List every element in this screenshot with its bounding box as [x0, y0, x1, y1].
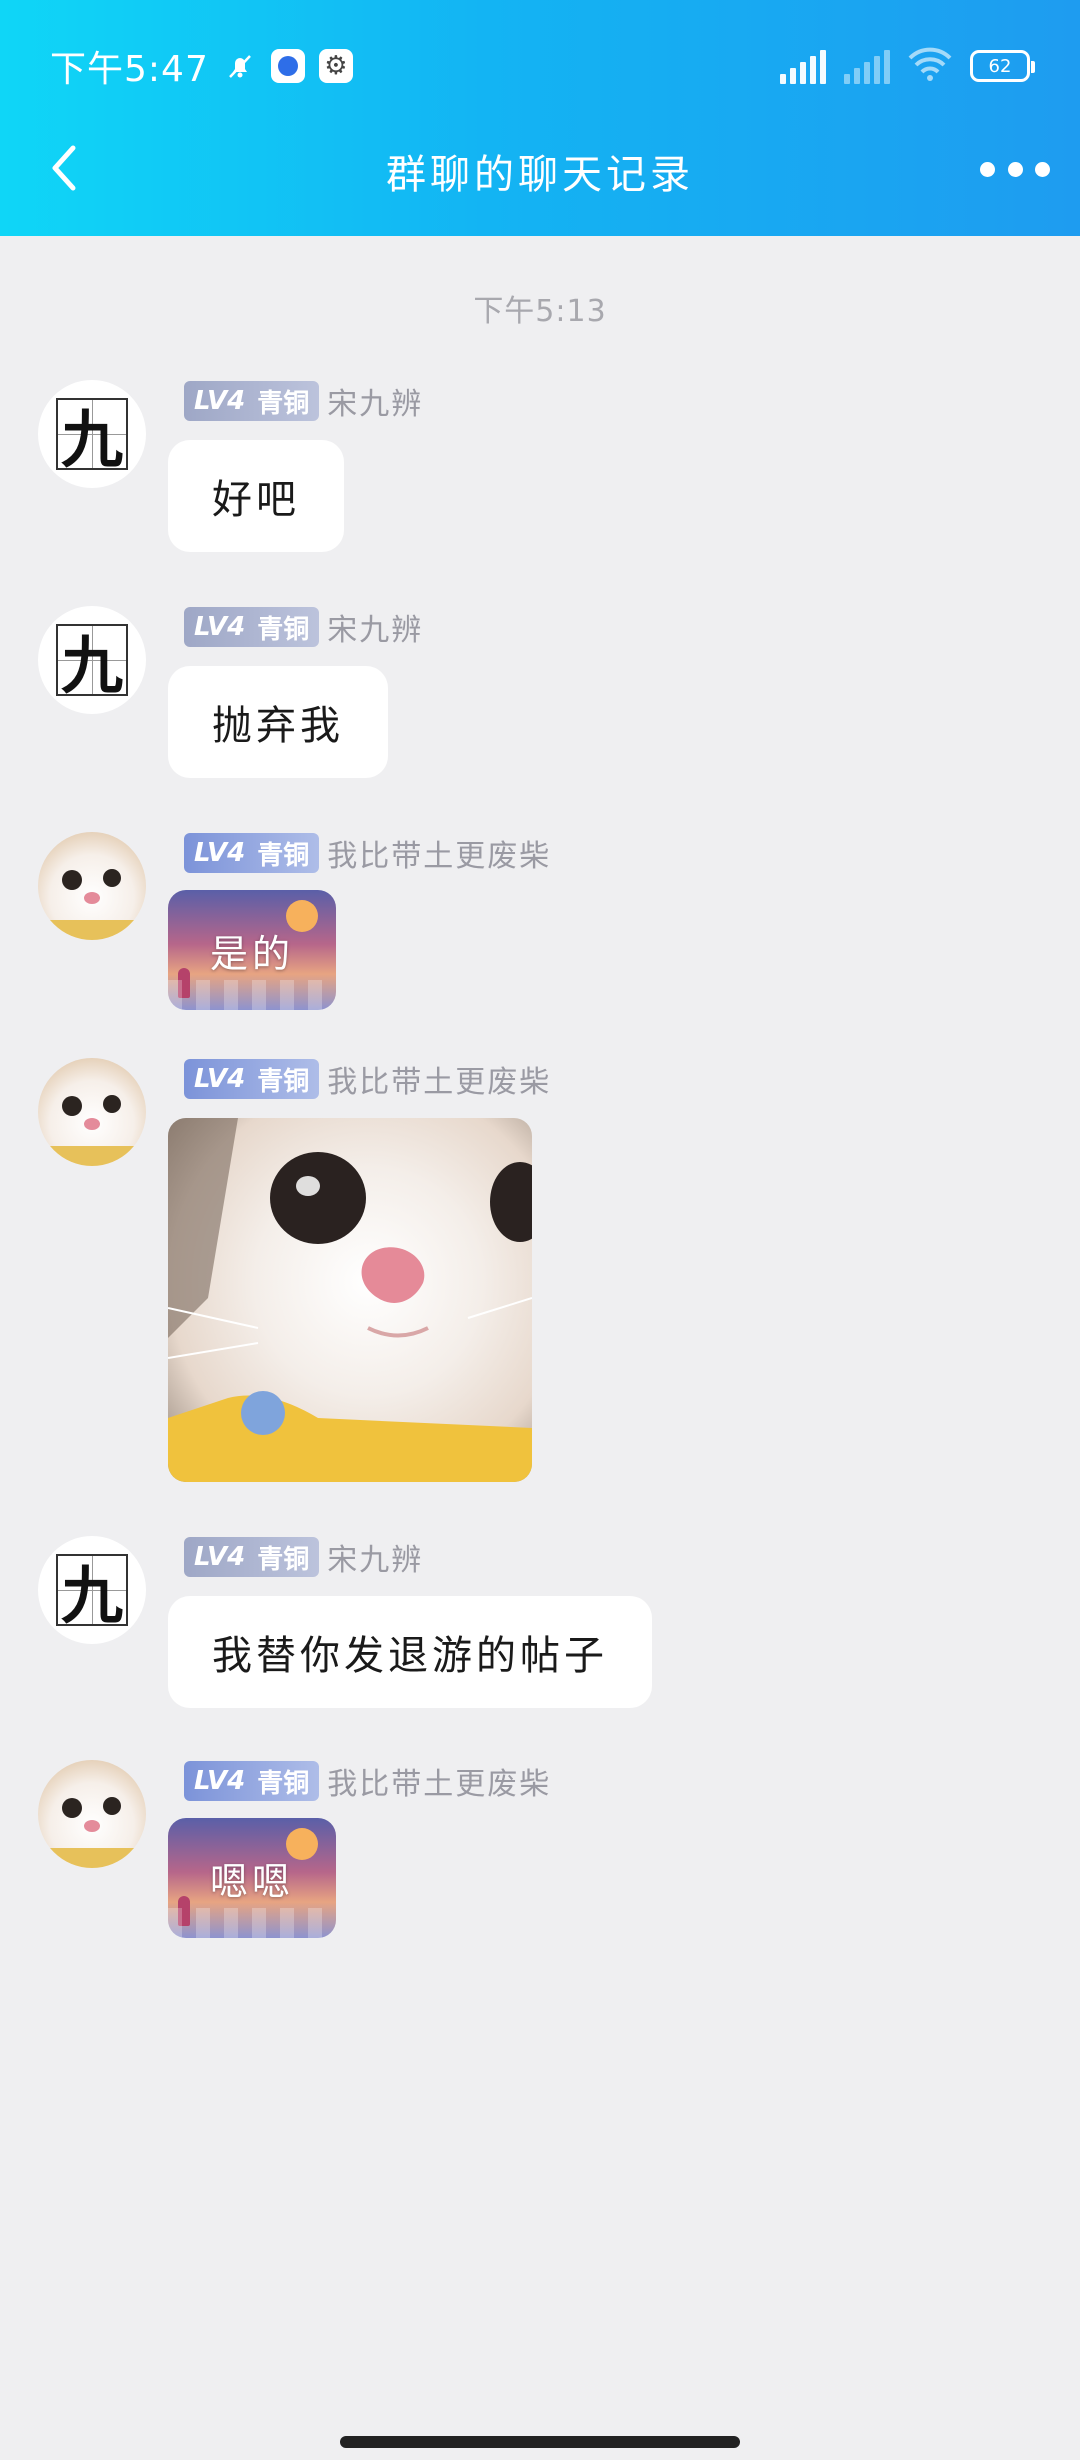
level-text: LV4: [194, 1064, 246, 1094]
cat-avatar-image: [38, 869, 146, 940]
battery-icon: 62: [970, 50, 1035, 82]
more-dot: [1035, 161, 1050, 177]
avatar-text: 九: [60, 1559, 123, 1632]
message-meta: LV4 青铜 宋九辨: [184, 1536, 423, 1578]
level-text: LV4: [194, 1766, 246, 1796]
message-meta: LV4 青铜 我比带土更废柴: [184, 1760, 551, 1802]
level-text: LV4: [194, 612, 246, 642]
sender-name[interactable]: 宋九辨: [327, 605, 423, 649]
more-button[interactable]: [980, 152, 1050, 186]
rank-text: 青铜: [257, 1544, 310, 1575]
more-dot: [1007, 161, 1023, 177]
message-meta: LV4 青铜 我比带土更废柴: [184, 832, 551, 874]
status-time: 下午5:47: [50, 49, 209, 90]
avatar[interactable]: [38, 832, 146, 940]
chat-list[interactable]: 下午5:13 九 LV4 青铜 宋九辨 好吧 九 LV4 青铜 宋九辨 抛弃我 …: [0, 236, 1080, 2420]
sender-name[interactable]: 我比带土更废柴: [327, 831, 551, 875]
sender-name[interactable]: 宋九辨: [327, 1535, 423, 1579]
avatar[interactable]: 九: [38, 1536, 146, 1644]
more-dots-icon: [980, 161, 995, 177]
message-meta: LV4 青铜 宋九辨: [184, 606, 423, 648]
cat-photo-message[interactable]: [168, 1118, 532, 1482]
level-text: LV4: [194, 1542, 246, 1572]
level-text: LV4: [194, 838, 246, 868]
text-bubble[interactable]: 我替你发退游的帖子: [168, 1596, 652, 1708]
level-badge: LV4 青铜: [184, 607, 320, 647]
page-title: 群聊的聊天记录: [386, 152, 694, 198]
level-badge: LV4 青铜: [184, 1059, 320, 1099]
signal-icon: [844, 48, 890, 84]
text-bubble[interactable]: 抛弃我: [168, 666, 388, 778]
jiu-avatar-glyph: 九: [56, 398, 128, 476]
message-meta: LV4 青铜 宋九辨: [184, 380, 423, 422]
cat-photo-image: [168, 1118, 532, 1482]
chat-message: LV4 青铜 我比带土更废柴 嗯嗯: [0, 1760, 1080, 1940]
chat-message: LV4 青铜 我比带土更废柴: [0, 1058, 1080, 1488]
level-badge: LV4 青铜: [184, 1537, 320, 1577]
text-bubble[interactable]: 好吧: [168, 440, 344, 552]
sender-name[interactable]: 我比带土更废柴: [327, 1057, 551, 1101]
rank-text: 青铜: [257, 614, 310, 645]
sticker-message[interactable]: 嗯嗯: [168, 1818, 336, 1938]
chat-message: 九 LV4 青铜 宋九辨 抛弃我: [0, 606, 1080, 786]
rank-text: 青铜: [257, 840, 310, 871]
level-badge: LV4 青铜: [184, 1761, 320, 1801]
message-meta: LV4 青铜 我比带土更废柴: [184, 1058, 551, 1100]
mute-bell-icon: [223, 49, 257, 83]
jiu-avatar-glyph: 九: [56, 624, 128, 702]
chat-timestamp: 下午5:13: [473, 294, 607, 329]
status-bar: 下午5:47 ⚙ 62: [0, 0, 1080, 132]
header: 下午5:47 ⚙ 62 群聊的聊天记录: [0, 0, 1080, 236]
app-notification-icon: [270, 49, 305, 83]
nav-bar: 群聊的聊天记录: [0, 122, 1080, 214]
avatar[interactable]: [38, 1760, 146, 1868]
chat-message: LV4 青铜 我比带土更废柴 是的: [0, 832, 1080, 1012]
status-right: 62: [780, 46, 1035, 86]
sender-name[interactable]: 我比带土更废柴: [327, 1759, 551, 1803]
wave-graphic: [168, 980, 336, 1010]
rank-text: 青铜: [257, 1768, 310, 1799]
avatar[interactable]: 九: [38, 606, 146, 714]
chat-message: 九 LV4 青铜 宋九辨 我替你发退游的帖子: [0, 1536, 1080, 1716]
level-badge: LV4 青铜: [184, 381, 320, 421]
avatar-text: 九: [60, 629, 123, 702]
cat-avatar-image: [38, 1095, 146, 1166]
rank-text: 青铜: [257, 1066, 310, 1097]
rank-text: 青铜: [257, 388, 310, 419]
avatar-text: 九: [60, 403, 123, 476]
signal-icon: [780, 48, 826, 84]
status-left: 下午5:47 ⚙: [50, 40, 353, 92]
cat-avatar-image: [38, 1797, 146, 1868]
sticker-message[interactable]: 是的: [168, 890, 336, 1010]
level-text: LV4: [194, 386, 246, 416]
level-badge: LV4 青铜: [184, 833, 320, 873]
chat-message: 九 LV4 青铜 宋九辨 好吧: [0, 380, 1080, 560]
avatar[interactable]: 九: [38, 380, 146, 488]
wifi-icon: [908, 46, 952, 86]
settings-gear-icon: ⚙: [318, 49, 353, 83]
sender-name[interactable]: 宋九辨: [327, 379, 423, 423]
jiu-avatar-glyph: 九: [56, 1554, 128, 1632]
battery-level: 62: [988, 55, 1012, 77]
chat-history-screen: 下午5:47 ⚙ 62 群聊的聊天记录 下午5:13 九 LV4 青铜 宋九辨 …: [0, 0, 1080, 2460]
avatar[interactable]: [38, 1058, 146, 1166]
home-indicator[interactable]: [340, 2436, 740, 2448]
wave-graphic: [168, 1908, 336, 1938]
sticker-text: 是的: [209, 931, 294, 976]
sticker-text: 嗯嗯: [209, 1859, 294, 1904]
